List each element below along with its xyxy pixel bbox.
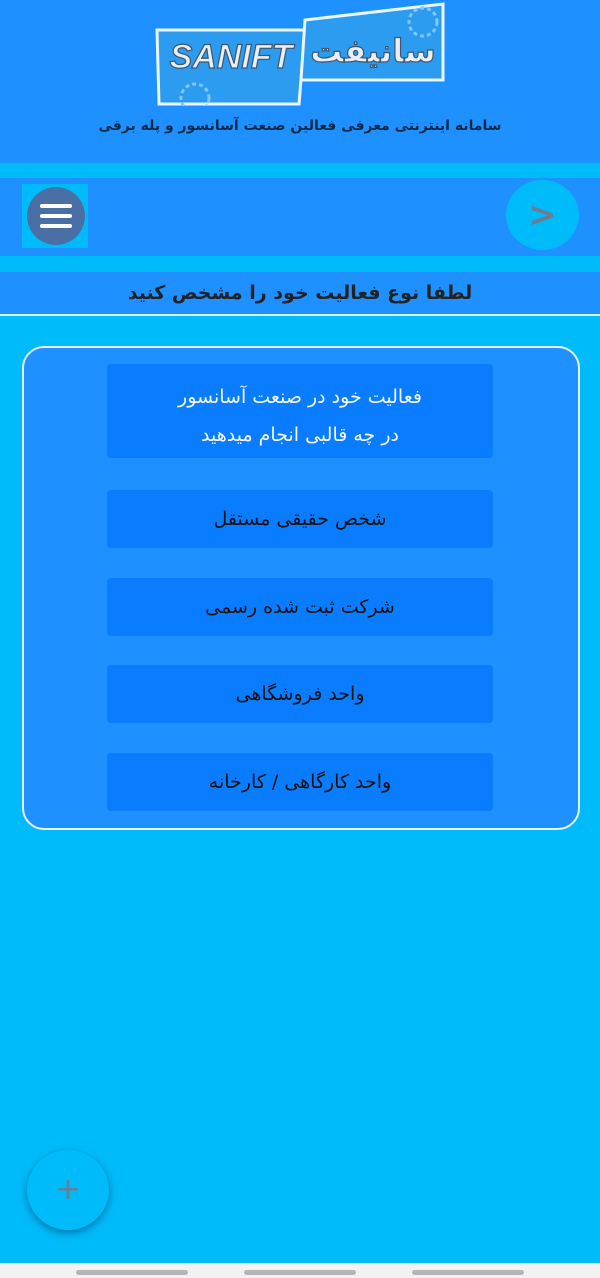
logo-latin-text: SANIFT <box>170 38 296 76</box>
nav-handle[interactable] <box>412 1270 524 1275</box>
header-tagline: سامانه اینترنتی معرفی فعالین صنعت آسانسو… <box>98 118 502 134</box>
plus-icon[interactable]: + <box>27 1150 109 1230</box>
sanift-logo: SANIFT سانیفت <box>155 2 445 106</box>
next-button[interactable]: > <box>506 180 579 250</box>
question-line-1: فعالیت خود در صنعت آسانسور <box>178 386 422 408</box>
nav-handle[interactable] <box>76 1270 188 1275</box>
divider-band <box>0 256 600 272</box>
page-title: لطفا نوع فعالیت خود را مشخص کنید <box>127 282 473 304</box>
divider-band <box>0 163 600 178</box>
option-registered-company[interactable]: شرکت ثبت شده رسمی <box>107 578 493 636</box>
logo-persian-text: سانیفت <box>310 32 435 70</box>
option-workshop-factory[interactable]: واحد کارگاهی / کارخانه <box>107 753 493 811</box>
option-independent-person[interactable]: شخص حقیقی مستقل <box>107 490 493 548</box>
system-nav-bar <box>0 1263 600 1278</box>
prompt-bar: لطفا نوع فعالیت خود را مشخص کنید <box>0 272 600 316</box>
nav-handle[interactable] <box>244 1270 356 1275</box>
option-store-unit[interactable]: واحد فروشگاهی <box>107 665 493 723</box>
app-header: SANIFT سانیفت سامانه اینترنتی معرفی فعال… <box>0 0 600 163</box>
activity-question: فعالیت خود در صنعت آسانسور در چه قالبی ا… <box>107 364 493 458</box>
question-line-2: در چه قالبی انجام میدهید <box>201 424 399 446</box>
hamburger-menu-icon[interactable] <box>27 187 85 245</box>
